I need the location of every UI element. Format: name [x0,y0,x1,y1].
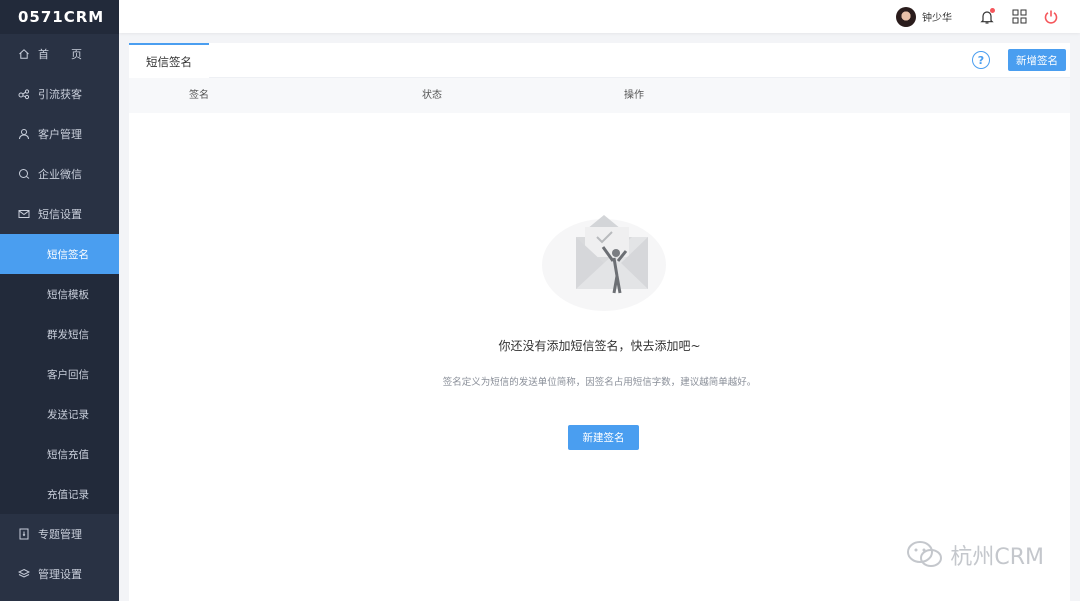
top-bar: 钟少华 [119,0,1080,33]
sidebar-item-label: 客户管理 [38,128,82,141]
sidebar-item-label: 管理设置 [38,568,82,581]
sidebar-item-topics[interactable]: 专题管理 [0,514,119,554]
help-icon[interactable]: ? [972,51,990,69]
sidebar-subitem-sms-recharge[interactable]: 短信充值 [0,434,119,474]
notification-dot [990,7,995,13]
main-card: 短信签名 ? 新增签名 签名 状态 操作 你还没有添加短信签名，快去添加吧~ 签… [129,42,1070,601]
username[interactable]: 钟少华 [922,9,952,24]
sidebar-subitem-customer-replies[interactable]: 客户回信 [0,354,119,394]
column-header-status: 状态 [422,90,442,101]
add-signature-button[interactable]: 新增签名 [1008,49,1066,71]
sidebar-subitem-recharge-records[interactable]: 充值记录 [0,474,119,514]
sidebar-subitem-bulk-sms[interactable]: 群发短信 [0,314,119,354]
sidebar-subitem-send-records[interactable]: 发送记录 [0,394,119,434]
app-logo[interactable]: 0571CRM [0,0,119,34]
sidebar-subitem-sms-template[interactable]: 短信模板 [0,274,119,314]
watermark: 杭州CRM [906,539,1044,571]
apps-grid-icon[interactable] [1010,8,1028,26]
sms-submenu: 短信签名 短信模板 群发短信 客户回信 发送记录 短信充值 充值记录 [0,234,119,514]
sidebar-item-admin[interactable]: 管理设置 [0,554,119,594]
empty-envelope-illustration [542,215,666,311]
empty-state-title: 你还没有添加短信签名，快去添加吧~ [498,339,701,353]
empty-state: 你还没有添加短信签名，快去添加吧~ 签名定义为短信的发送单位简称，因签名占用短信… [129,113,1070,601]
home-icon [18,48,30,60]
chat-icon [18,168,30,180]
mail-icon [18,208,30,220]
sidebar-item-home[interactable]: 首 页 [0,34,119,74]
share-icon [18,88,30,100]
sidebar-item-label: 首 页 [38,48,82,61]
sidebar-subitem-sms-signature[interactable]: 短信签名 [0,234,119,274]
user-area: 钟少华 [896,0,1060,33]
column-header-actions: 操作 [624,90,644,101]
topic-icon [18,528,30,540]
empty-state-description: 签名定义为短信的发送单位简称，因签名占用短信字数，建议越简单越好。 [442,377,757,388]
bell-icon[interactable] [978,7,996,26]
sidebar-item-label: 专题管理 [38,528,82,541]
sidebar-item-sms-settings[interactable]: 短信设置 [0,194,119,234]
sidebar-item-customers[interactable]: 客户管理 [0,114,119,154]
tab-sms-signature[interactable]: 短信签名 [129,42,209,78]
sidebar: 0571CRM 首 页 引流获客 客户管理 企业微信 短信设置 短信签名 短信模… [0,0,119,601]
sidebar-item-label: 引流获客 [38,88,82,101]
wechat-icon [907,541,943,567]
sidebar-item-wecom[interactable]: 企业微信 [0,154,119,194]
sidebar-item-label: 短信设置 [38,208,82,221]
watermark-text: 杭州CRM [950,545,1044,570]
sidebar-item-traffic[interactable]: 引流获客 [0,74,119,114]
table-header: 签名 状态 操作 [129,78,1070,113]
tab-bar: 短信签名 ? 新增签名 [129,42,1070,78]
power-icon[interactable] [1042,8,1060,26]
sidebar-item-label: 企业微信 [38,168,82,181]
new-signature-button[interactable]: 新建签名 [568,425,639,450]
column-header-signature: 签名 [189,90,209,101]
user-icon [18,128,30,140]
layers-icon [18,568,30,580]
avatar[interactable] [896,6,916,27]
